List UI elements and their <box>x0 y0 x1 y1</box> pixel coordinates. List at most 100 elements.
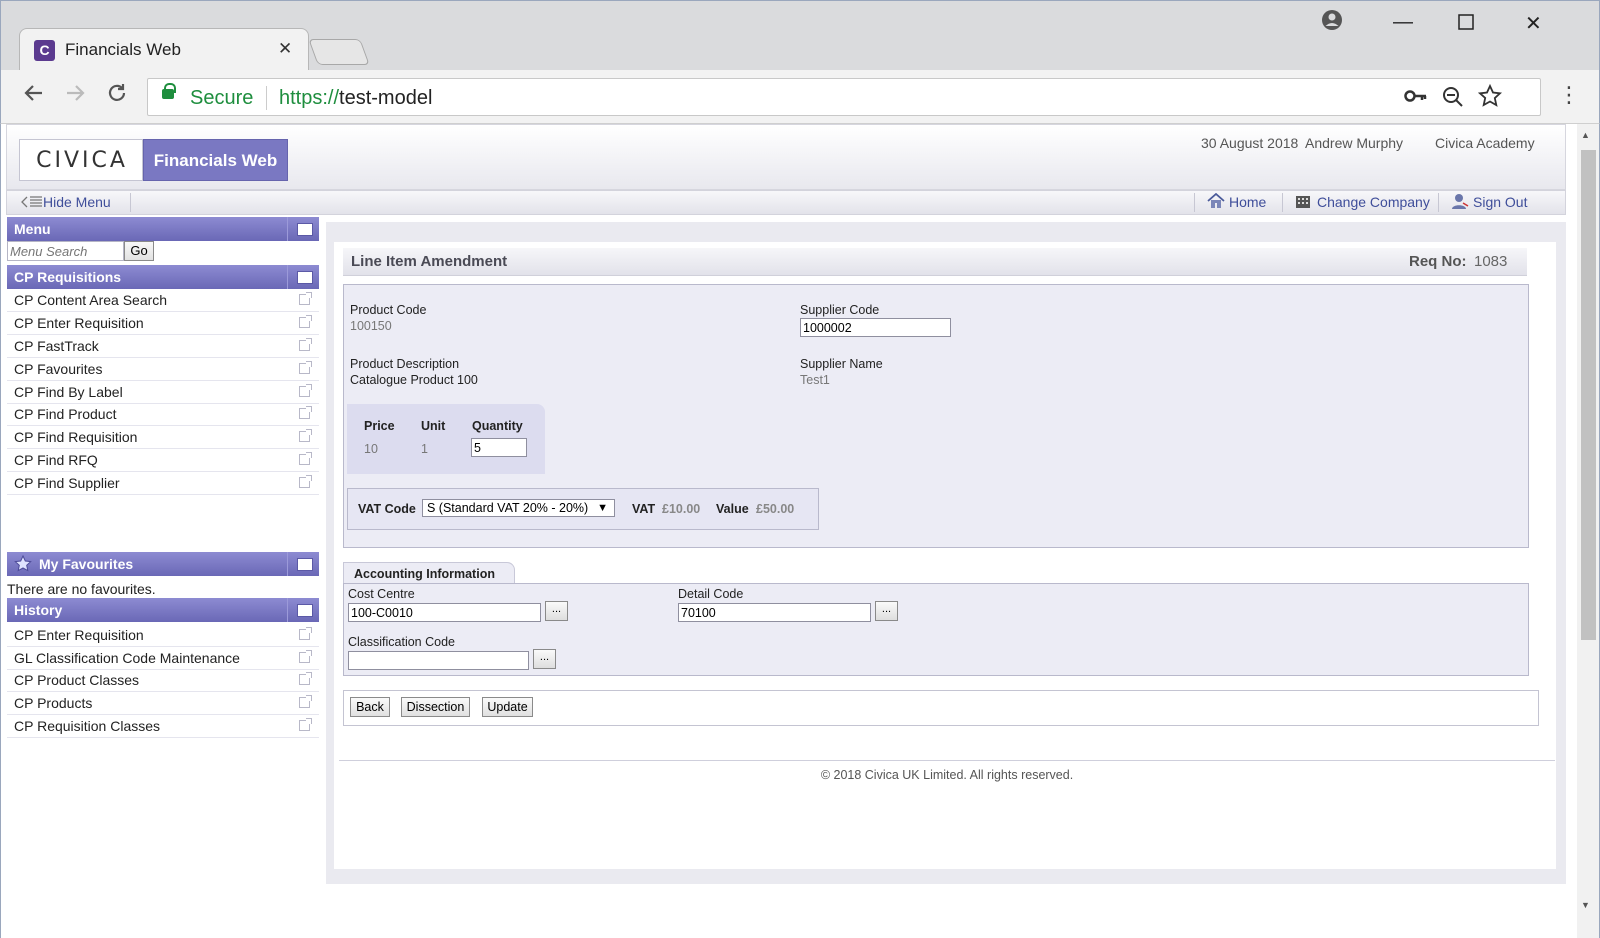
open-external-icon[interactable] <box>299 650 312 663</box>
detail-code-lookup-button[interactable]: ... <box>875 601 898 621</box>
page-scrollbar[interactable]: ▲ ▼ <box>1577 124 1599 938</box>
sidebar-item-cp-favourites[interactable]: CP Favourites <box>7 358 319 381</box>
change-company-link[interactable]: Change Company <box>1295 191 1430 214</box>
dropdown-arrow-icon: ▼ <box>597 502 608 514</box>
menubar: Hide Menu Home Change Company Sign Out <box>6 190 1566 215</box>
menu-search-go-button[interactable]: Go <box>124 241 154 261</box>
sidebar-item-label: CP Find Supplier <box>14 475 120 491</box>
menu-search-input[interactable] <box>7 241 124 261</box>
reload-icon[interactable] <box>106 82 128 111</box>
key-icon[interactable] <box>1404 86 1428 112</box>
url-text[interactable]: https://test-model <box>279 87 432 110</box>
product-description-label: Product Description <box>350 357 460 371</box>
close-window-icon[interactable]: ✕ <box>1525 11 1542 36</box>
maximize-icon[interactable] <box>1458 13 1474 36</box>
open-external-icon[interactable] <box>299 361 312 374</box>
open-external-icon[interactable] <box>299 384 312 397</box>
address-bar[interactable]: Secure https://test-model <box>147 78 1541 116</box>
star-icon <box>14 554 32 580</box>
open-external-icon[interactable] <box>299 475 312 488</box>
history-item-cp-requisition-classes[interactable]: CP Requisition Classes <box>7 715 319 738</box>
sidebar-item-cp-fasttrack[interactable]: CP FastTrack <box>7 335 319 358</box>
open-external-icon[interactable] <box>299 292 312 305</box>
home-link[interactable]: Home <box>1207 191 1266 214</box>
open-external-icon[interactable] <box>299 315 312 328</box>
supplier-code-input[interactable] <box>800 318 951 337</box>
history-item-label: GL Classification Code Maintenance <box>14 650 240 666</box>
classification-code-lookup-button[interactable]: ... <box>533 649 556 669</box>
tab-close-icon[interactable]: ✕ <box>278 39 292 59</box>
header-date: 30 August 2018 <box>1201 135 1299 151</box>
sidebar-item-cp-find-by-label[interactable]: CP Find By Label <box>7 381 319 404</box>
browser-titlebar: C Financials Web ✕ — ✕ <box>0 0 1600 71</box>
profile-icon[interactable] <box>1321 9 1343 37</box>
my-favourites-title: My Favourites <box>39 556 134 572</box>
sidebar-item-label: CP Find RFQ <box>14 452 98 468</box>
vat-code-label: VAT Code <box>358 502 416 516</box>
price-value: 10 <box>364 442 378 456</box>
open-external-icon[interactable] <box>299 338 312 351</box>
value-label: Value <box>716 502 749 516</box>
sidebar-item-cp-enter-requisition[interactable]: CP Enter Requisition <box>7 312 319 335</box>
classification-code-label: Classification Code <box>348 635 455 649</box>
detail-code-input[interactable] <box>678 603 871 622</box>
sidebar-item-cp-content-area-search[interactable]: CP Content Area Search <box>7 289 319 312</box>
hide-menu-label: Hide Menu <box>43 194 111 210</box>
app-header: CIVICA Financials Web 30 August 2018 And… <box>6 124 1566 190</box>
open-external-icon[interactable] <box>299 672 312 685</box>
accounting-information-tab: Accounting Information <box>343 562 515 584</box>
open-external-icon[interactable] <box>299 695 312 708</box>
header-user: Andrew Murphy <box>1305 135 1404 151</box>
hide-menu-button[interactable]: Hide Menu <box>21 191 111 214</box>
browser-tab[interactable]: C Financials Web ✕ <box>19 28 309 71</box>
back-button[interactable]: Back <box>350 697 390 717</box>
no-favourites-text: There are no favourites. <box>7 581 156 597</box>
my-favourites-toggle-icon[interactable] <box>287 552 319 576</box>
open-external-icon[interactable] <box>299 627 312 640</box>
open-external-icon[interactable] <box>299 452 312 465</box>
page-viewport: CIVICA Financials Web 30 August 2018 And… <box>0 124 1600 938</box>
open-external-icon[interactable] <box>299 429 312 442</box>
sidebar-item-label: CP FastTrack <box>14 338 99 354</box>
minimize-icon[interactable]: — <box>1393 11 1413 34</box>
scroll-thumb[interactable] <box>1581 150 1596 640</box>
value-value: £50.00 <box>756 502 795 516</box>
classification-code-input[interactable] <box>348 651 529 670</box>
cost-centre-lookup-button[interactable]: ... <box>545 601 568 621</box>
quantity-input[interactable] <box>471 438 527 457</box>
secure-label: Secure <box>190 87 254 109</box>
cost-centre-input[interactable] <box>348 603 541 622</box>
history-item-cp-enter-requisition[interactable]: CP Enter Requisition <box>7 624 319 647</box>
sidebar-item-cp-find-supplier[interactable]: CP Find Supplier <box>7 472 319 495</box>
bookmark-star-icon[interactable] <box>1477 83 1503 114</box>
forward-arrow-icon[interactable] <box>64 82 86 111</box>
sign-out-link[interactable]: Sign Out <box>1451 191 1527 214</box>
scroll-down-icon[interactable]: ▼ <box>1581 900 1590 910</box>
menu-panel-toggle-icon[interactable] <box>287 217 319 241</box>
civica-favicon-icon: C <box>34 40 55 61</box>
open-external-icon[interactable] <box>299 718 312 731</box>
line-item-amendment-titlebar: Line Item Amendment Req No: 1083 <box>343 248 1527 276</box>
open-external-icon[interactable] <box>299 406 312 419</box>
vat-value: £10.00 <box>662 502 701 516</box>
dissection-button[interactable]: Dissection <box>401 697 470 717</box>
update-button[interactable]: Update <box>482 697 533 717</box>
sidebar-item-cp-find-requisition[interactable]: CP Find Requisition <box>7 426 319 449</box>
vat-code-select[interactable]: S (Standard VAT 20% - 20%) ▼ <box>422 499 615 517</box>
sidebar-item-cp-find-product[interactable]: CP Find Product <box>7 403 319 426</box>
history-item-cp-product-classes[interactable]: CP Product Classes <box>7 669 319 692</box>
sidebar-item-label: CP Find By Label <box>14 384 123 400</box>
cp-requisitions-toggle-icon[interactable] <box>287 265 319 289</box>
new-tab-button[interactable] <box>308 39 370 65</box>
zoom-out-icon[interactable] <box>1442 86 1464 114</box>
browser-menu-icon[interactable]: ⋮ <box>1558 82 1580 108</box>
scroll-up-icon[interactable]: ▲ <box>1581 130 1590 140</box>
history-toggle-icon[interactable] <box>287 598 319 622</box>
unit-label: Unit <box>421 419 446 433</box>
history-item-cp-products[interactable]: CP Products <box>7 692 319 715</box>
sidebar-item-label: CP Favourites <box>14 361 103 377</box>
sidebar-item-label: CP Content Area Search <box>14 292 168 308</box>
sidebar-item-cp-find-rfq[interactable]: CP Find RFQ <box>7 449 319 472</box>
history-item-gl-classification-code-maintenance[interactable]: GL Classification Code Maintenance <box>7 647 319 670</box>
back-arrow-icon[interactable] <box>23 82 45 111</box>
